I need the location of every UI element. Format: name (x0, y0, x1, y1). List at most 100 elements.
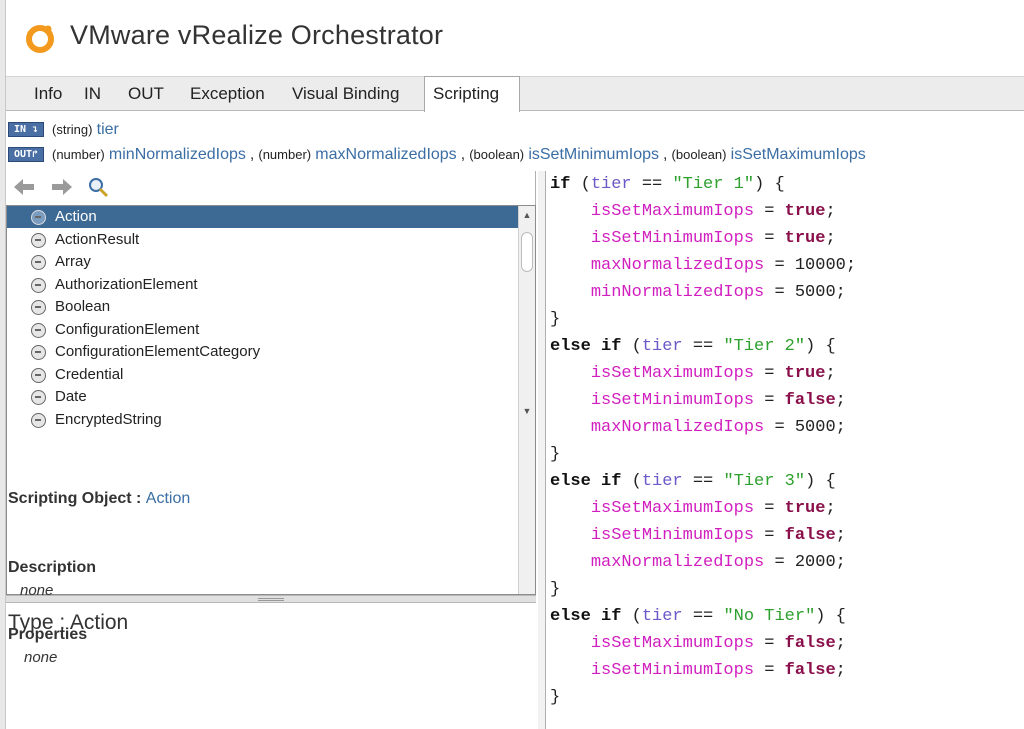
code-token: false (784, 391, 836, 410)
code-token: ; (835, 526, 846, 545)
list-item[interactable]: ConfigurationElementCategory (7, 341, 519, 363)
code-token: tier (641, 472, 683, 491)
code-line[interactable]: isSetMaximumIops = false; (550, 630, 846, 657)
code-line[interactable]: } (550, 684, 560, 711)
param-name[interactable]: isSetMaximumIops (731, 146, 866, 163)
code-token: else if (550, 607, 622, 626)
code-line[interactable]: maxNormalizedIops = 5000; (550, 414, 846, 441)
code-token: ; (825, 364, 836, 383)
tab-bar: Info IN OUT Exception Visual Binding Scr… (6, 76, 1024, 112)
pane-splitter[interactable] (6, 595, 536, 603)
code-token: = (764, 283, 795, 302)
list-scrollbar[interactable]: ▲ ▼ (518, 206, 535, 594)
code-line[interactable]: isSetMinimumIops = true; (550, 225, 836, 252)
code-token: false (784, 661, 836, 680)
scripting-object-icon (31, 255, 46, 270)
explorer-toolbar (6, 171, 536, 203)
param-separator: , (456, 146, 470, 163)
scroll-up-icon[interactable]: ▲ (521, 208, 533, 222)
tab-info[interactable]: Info (26, 77, 70, 111)
tab-in[interactable]: IN (76, 77, 109, 111)
list-item[interactable]: Credential (7, 364, 519, 386)
param-type: (boolean) (469, 147, 525, 162)
list-item-label: EncryptedString (55, 411, 162, 428)
code-line[interactable]: isSetMaximumIops = true; (550, 198, 836, 225)
code-token: isSetMaximumIops (590, 634, 755, 653)
list-item-label: ConfigurationElementCategory (55, 343, 261, 360)
list-item[interactable]: EncryptedString (7, 409, 519, 431)
search-icon[interactable] (86, 176, 110, 198)
param-separator: , (659, 146, 672, 163)
code-line[interactable]: else if (tier == "Tier 2") { (550, 333, 836, 360)
code-token: ) { (805, 472, 836, 491)
list-item[interactable]: Date (7, 386, 519, 408)
code-token: ) { (815, 607, 846, 626)
code-token: = (754, 499, 785, 518)
code-line[interactable]: isSetMaximumIops = true; (550, 495, 836, 522)
list-item-label: ActionResult (55, 231, 140, 248)
code-line[interactable]: isSetMinimumIops = false; (550, 522, 846, 549)
param-name[interactable]: maxNormalizedIops (315, 146, 456, 163)
list-item-label: Array (55, 253, 91, 270)
code-token: "Tier 3" (723, 472, 806, 491)
code-line[interactable]: } (550, 306, 560, 333)
list-item[interactable]: Array (7, 251, 519, 273)
list-item[interactable]: Boolean (7, 296, 519, 318)
script-editor[interactable]: if (tier == "Tier 1") { isSetMaximumIops… (545, 171, 1024, 729)
code-line[interactable]: if (tier == "Tier 1") { (550, 171, 785, 198)
list-item[interactable]: ActionResult (7, 229, 519, 251)
tab-scripting[interactable]: Scripting (424, 76, 520, 112)
code-token: true (784, 229, 826, 248)
code-token: true (784, 202, 826, 221)
code-line[interactable]: maxNormalizedIops = 2000; (550, 549, 846, 576)
description-label: Description (8, 559, 97, 576)
scripting-type-list[interactable]: Action ActionResult Array AuthorizationE… (6, 205, 536, 595)
list-item[interactable]: AuthorizationElement (7, 274, 519, 296)
code-token: true (784, 499, 826, 518)
scroll-down-icon[interactable]: ▼ (521, 404, 533, 418)
code-line[interactable]: } (550, 441, 560, 468)
type-details-panel: Type : Action (6, 603, 536, 729)
list-item[interactable]: Action (7, 206, 519, 228)
code-line[interactable]: isSetMinimumIops = false; (550, 387, 846, 414)
tab-out[interactable]: OUT (120, 77, 172, 111)
code-line[interactable]: isSetMaximumIops = true; (550, 360, 836, 387)
code-token: ; (835, 283, 846, 302)
code-token: = (764, 256, 795, 275)
code-line[interactable]: isSetMinimumIops = false; (550, 657, 846, 684)
code-line[interactable]: maxNormalizedIops = 10000; (550, 252, 856, 279)
list-item-label: Boolean (55, 298, 111, 315)
scripting-object-link[interactable]: Action (146, 490, 190, 507)
list-item[interactable]: ConfigurationElement (7, 319, 519, 341)
code-line[interactable]: } (550, 576, 560, 603)
tab-exception[interactable]: Exception (182, 77, 273, 111)
list-item-label: Credential (55, 366, 124, 383)
scripting-object-icon (31, 323, 46, 338)
scripting-object-label-text: Scripting Object : (8, 490, 142, 507)
arrow-right-icon[interactable] (50, 176, 74, 198)
code-token: "Tier 1" (672, 175, 755, 194)
scroll-thumb[interactable] (521, 232, 533, 272)
arrow-left-icon[interactable] (12, 176, 36, 198)
out-badge-icon: OUT↱ (8, 147, 44, 162)
param-name[interactable]: tier (97, 121, 119, 138)
code-line[interactable]: minNormalizedIops = 5000; (550, 279, 846, 306)
scripting-object-icon (31, 300, 46, 315)
splitter-grip-icon[interactable] (258, 598, 284, 601)
code-line[interactable]: else if (tier == "Tier 3") { (550, 468, 836, 495)
code-token: 2000 (794, 553, 836, 572)
param-name[interactable]: isSetMinimumIops (528, 146, 659, 163)
code-token: maxNormalizedIops (590, 418, 765, 437)
code-line[interactable]: else if (tier == "No Tier") { (550, 603, 846, 630)
tab-visual-binding[interactable]: Visual Binding (284, 77, 407, 111)
param-name[interactable]: minNormalizedIops (109, 146, 246, 163)
param-type: (number) (258, 147, 312, 162)
code-token: tier (590, 175, 632, 194)
